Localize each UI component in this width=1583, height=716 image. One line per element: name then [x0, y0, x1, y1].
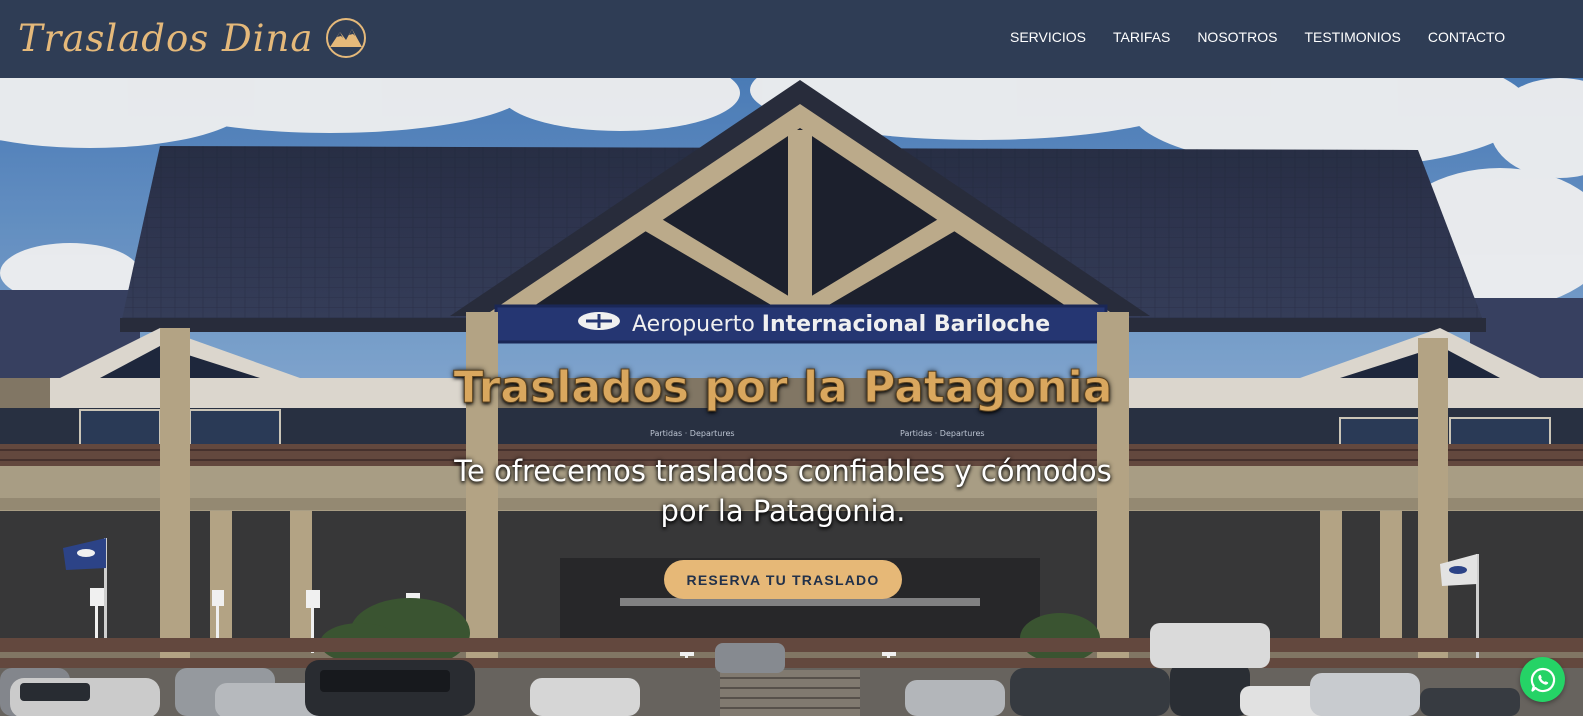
nav-servicios[interactable]: SERVICIOS: [1010, 29, 1086, 45]
hero-subtitle: Te ofrecemos traslados confiables y cómo…: [454, 454, 1112, 528]
reserve-button[interactable]: RESERVA TU TRASLADO: [664, 560, 902, 599]
hero-title: Traslados por la Patagonia: [453, 362, 1113, 414]
mountain-logo-icon: [326, 18, 367, 58]
nav-testimonios[interactable]: TESTIMONIOS: [1304, 29, 1400, 45]
nav-tarifas[interactable]: TARIFAS: [1113, 29, 1170, 45]
navbar: Traslados Dina SERVICIOS TARIFAS NOSOTRO…: [0, 0, 1583, 78]
hero-content: Traslados por la Patagonia Te ofrecemos …: [0, 78, 1583, 716]
whatsapp-button[interactable]: [1520, 657, 1565, 702]
brand-link[interactable]: Traslados Dina: [18, 8, 367, 68]
main-nav: SERVICIOS TARIFAS NOSOTROS TESTIMONIOS C…: [1010, 29, 1532, 45]
whatsapp-icon: [1530, 667, 1555, 692]
nav-contacto[interactable]: CONTACTO: [1428, 29, 1505, 45]
brand-name: Traslados Dina: [18, 16, 314, 60]
nav-nosotros[interactable]: NOSOTROS: [1197, 29, 1277, 45]
